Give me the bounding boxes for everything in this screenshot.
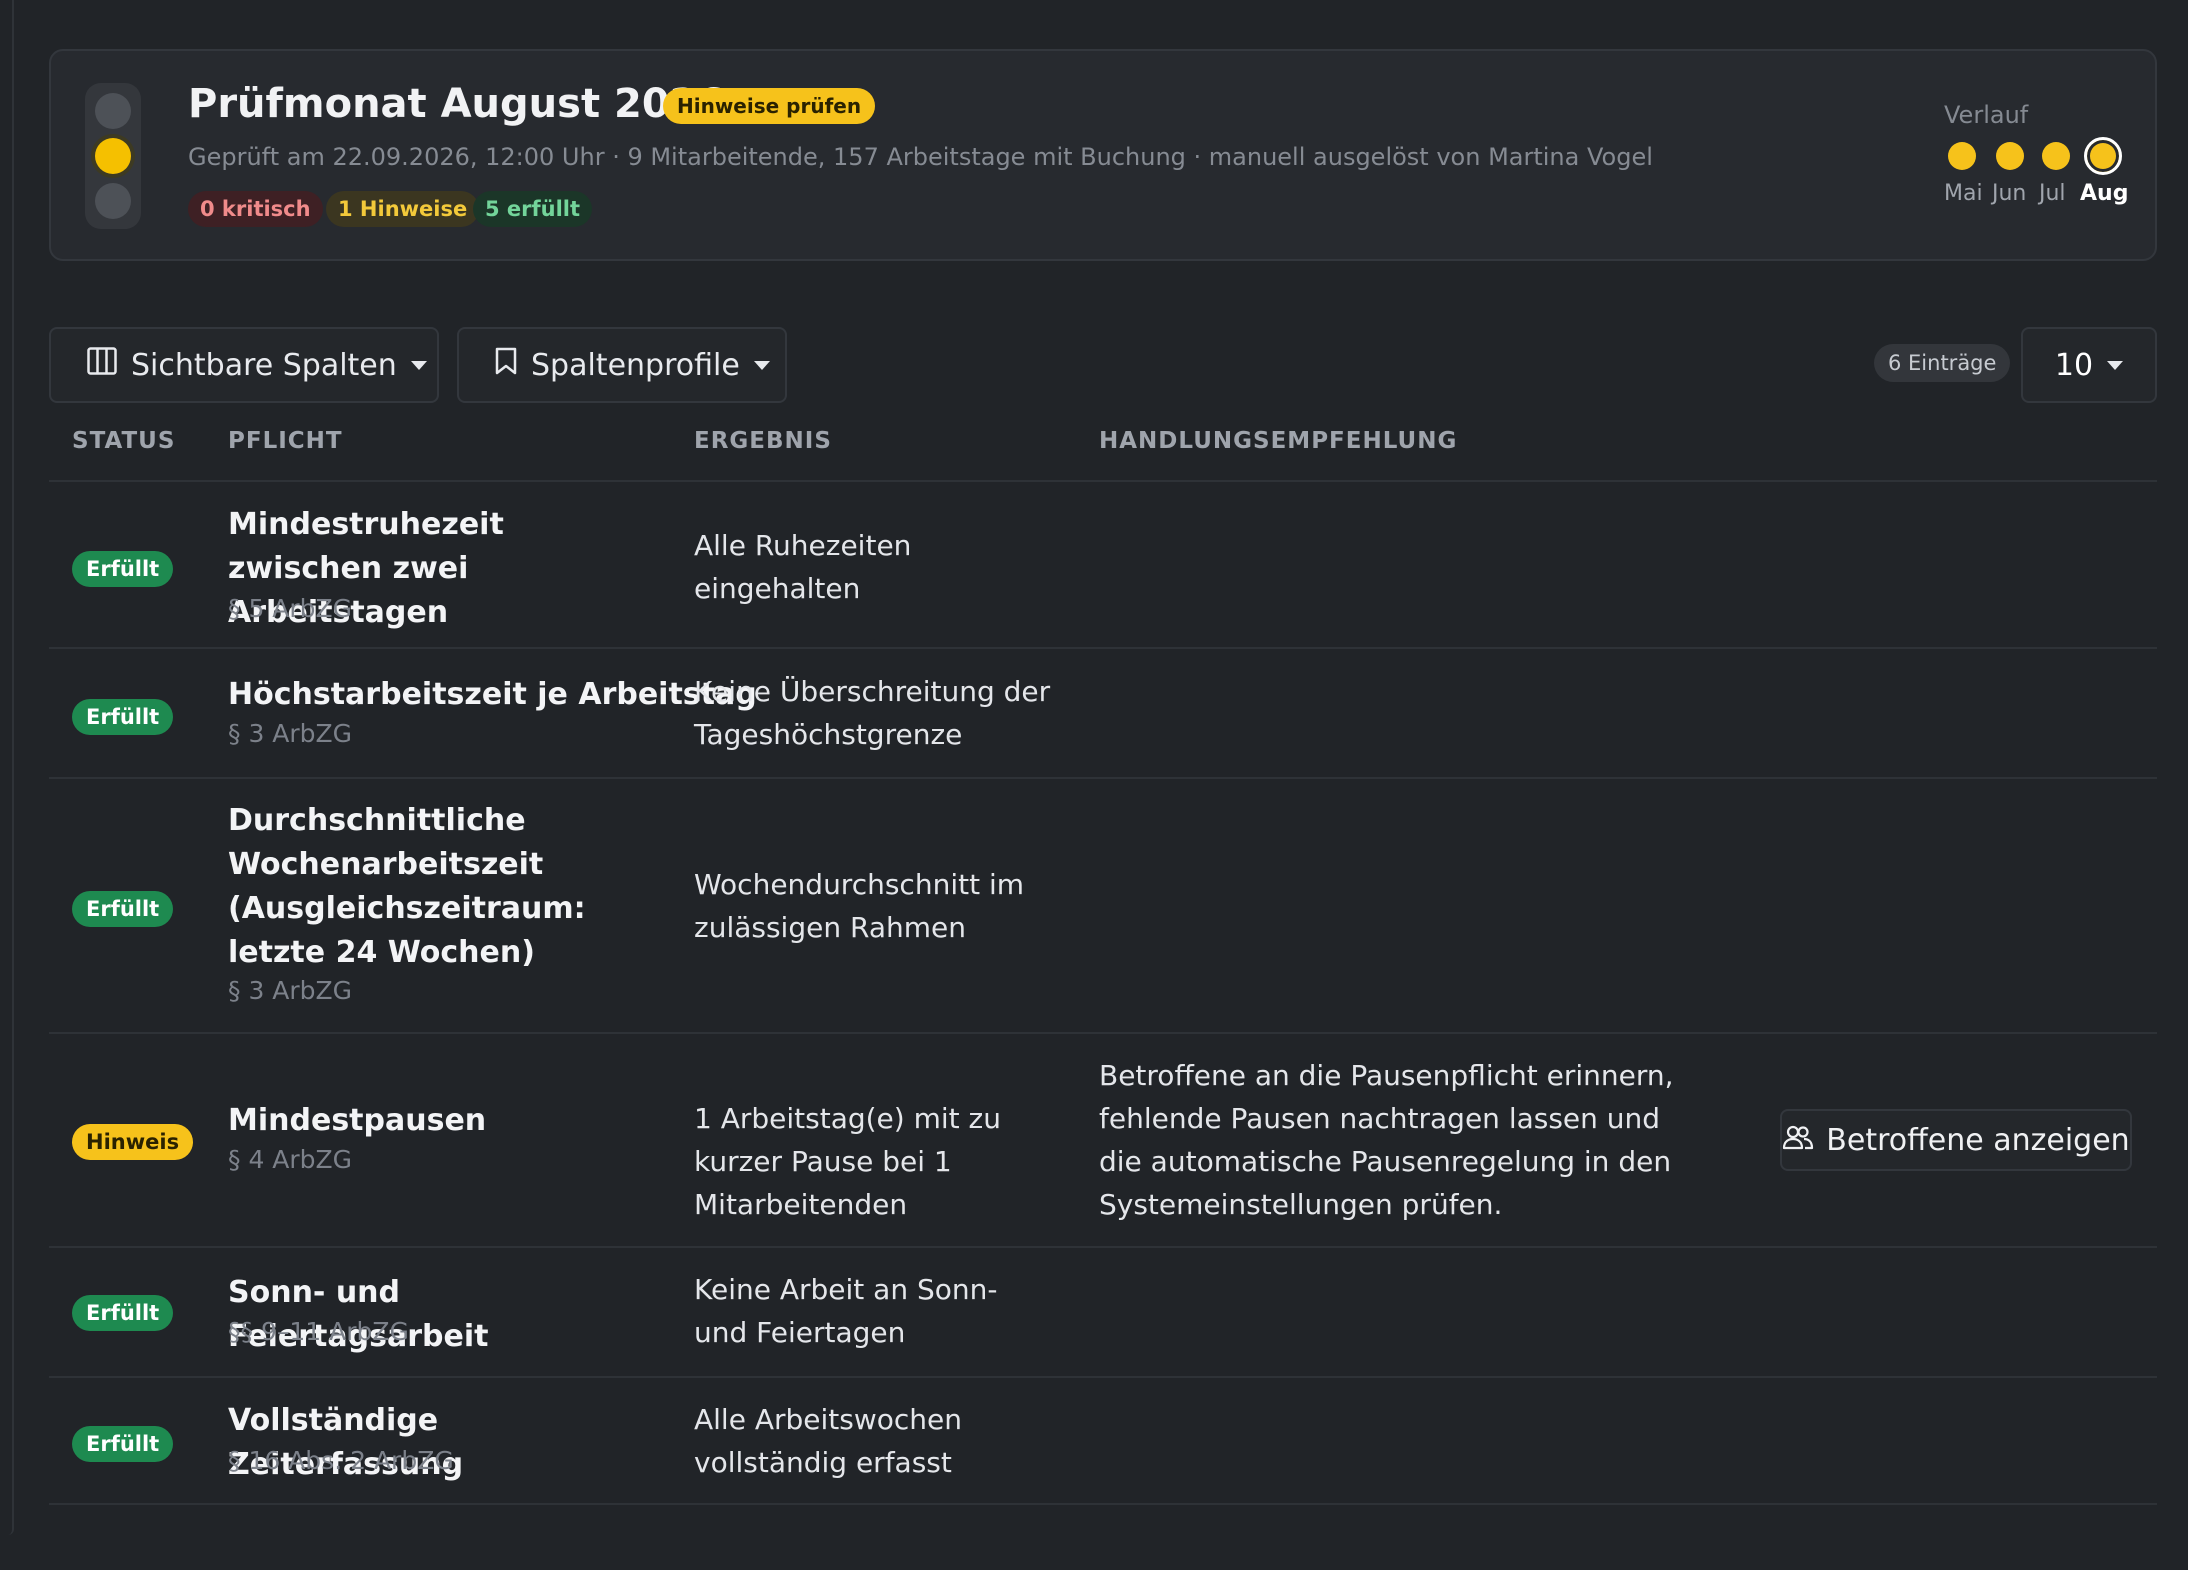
count-critical-badge: 0 kritisch [188, 191, 323, 227]
row-status-badge: Erfüllt [72, 1295, 174, 1331]
history-month-label: Jun [1992, 181, 2027, 206]
divider [49, 777, 2157, 779]
column-profiles-button[interactable]: Spaltenprofile [457, 327, 787, 403]
row-law: § 3 ArbZG [228, 976, 353, 1005]
row-status-badge: Erfüllt [72, 1426, 174, 1462]
chevron-down-icon [753, 360, 770, 370]
row-title: Höchstarbeitszeit je Arbeitstag [228, 677, 757, 712]
entries-count-badge: 6 Einträge [1874, 344, 2011, 382]
row-status-badge: Erfüllt [72, 891, 174, 927]
divider [49, 480, 2157, 482]
row-title: Durchschnittliche Wochenarbeitszeit (Aus… [228, 803, 586, 970]
history-label: Verlauf [1944, 101, 2029, 129]
show-affected-label: Betroffene anzeigen [1826, 1122, 2130, 1158]
column-header-pflicht[interactable]: PFLICHT [228, 428, 343, 454]
show-affected-button[interactable]: Betroffene anzeigen [1780, 1109, 2132, 1171]
divider [49, 1246, 2157, 1248]
history-dot-jul[interactable] [2042, 142, 2070, 170]
count-fulfilled-badge: 5 erfüllt [473, 191, 593, 227]
divider [49, 1376, 2157, 1378]
row-law: § 16 Abs. 2 ArbZG [228, 1446, 454, 1475]
sidebar-edge [0, 0, 14, 1535]
column-header-status[interactable]: STATUS [72, 428, 175, 454]
traffic-light-red [95, 93, 131, 129]
row-law: § 3 ArbZG [228, 719, 353, 748]
count-hints-badge: 1 Hinweise [326, 191, 480, 227]
columns-icon [87, 347, 117, 383]
audit-summary-card: Prüfmonat August 2026 Hinweise prüfen Ge… [49, 49, 2157, 261]
users-icon [1782, 1123, 1814, 1158]
row-result: Keine Überschreitung der Tageshöchstgren… [694, 675, 1051, 751]
traffic-light-yellow [95, 138, 131, 174]
column-profiles-label: Spaltenprofile [531, 347, 740, 383]
traffic-light-icon [85, 83, 141, 229]
row-law: § 4 ArbZG [228, 1145, 353, 1174]
history-month-label: Mai [1944, 181, 1983, 206]
page: Prüfmonat August 2026 Hinweise prüfen Ge… [0, 0, 2188, 1570]
chevron-down-icon [2107, 360, 2124, 370]
history-dot-mai[interactable] [1948, 142, 1976, 170]
divider [49, 1503, 2157, 1505]
chevron-down-icon [410, 360, 427, 370]
row-result: Wochendurchschnitt im zulässigen Rahmen [694, 868, 1025, 944]
page-title: Prüfmonat August 2026 [188, 81, 726, 127]
row-result: 1 Arbeitstag(e) mit zu kurzer Pause bei … [694, 1102, 1001, 1221]
column-header-ergebnis[interactable]: ERGEBNIS [694, 428, 832, 454]
column-header-handlung[interactable]: HANDLUNGSEMPFEHLUNG [1099, 428, 1457, 454]
row-law: § 5 ArbZG [228, 594, 353, 623]
row-status-badge: Hinweis [72, 1124, 194, 1160]
divider [49, 647, 2157, 649]
history-dot-aug-current[interactable] [2084, 137, 2122, 175]
row-title: Mindestpausen [228, 1103, 487, 1138]
traffic-light-green [95, 183, 131, 219]
bookmark-icon [495, 347, 517, 383]
divider [49, 1032, 2157, 1034]
row-recommendation: Betroffene an die Pausenpflicht erinnern… [1099, 1059, 1674, 1221]
page-size-value: 10 [2054, 347, 2094, 383]
row-law: §§ 9–11 ArbZG [228, 1317, 409, 1346]
visible-columns-button[interactable]: Sichtbare Spalten [49, 327, 439, 403]
history-month-label-current: Aug [2080, 181, 2129, 206]
row-result: Alle Arbeitswochen vollständig erfasst [694, 1403, 962, 1479]
audit-meta: Geprüft am 22.09.2026, 12:00 Uhr · 9 Mit… [188, 143, 1653, 171]
visible-columns-label: Sichtbare Spalten [131, 347, 397, 383]
history-dot-jun[interactable] [1996, 142, 2024, 170]
row-status-badge: Erfüllt [72, 551, 174, 587]
row-status-badge: Erfüllt [72, 699, 174, 735]
row-result: Alle Ruhezeiten eingehalten [694, 529, 912, 605]
page-size-select[interactable]: 10 [2021, 327, 2157, 403]
status-badge: Hinweise prüfen [663, 88, 876, 124]
row-result: Keine Arbeit an Sonn- und Feiertagen [694, 1273, 998, 1349]
history-month-label: Jul [2039, 181, 2066, 206]
